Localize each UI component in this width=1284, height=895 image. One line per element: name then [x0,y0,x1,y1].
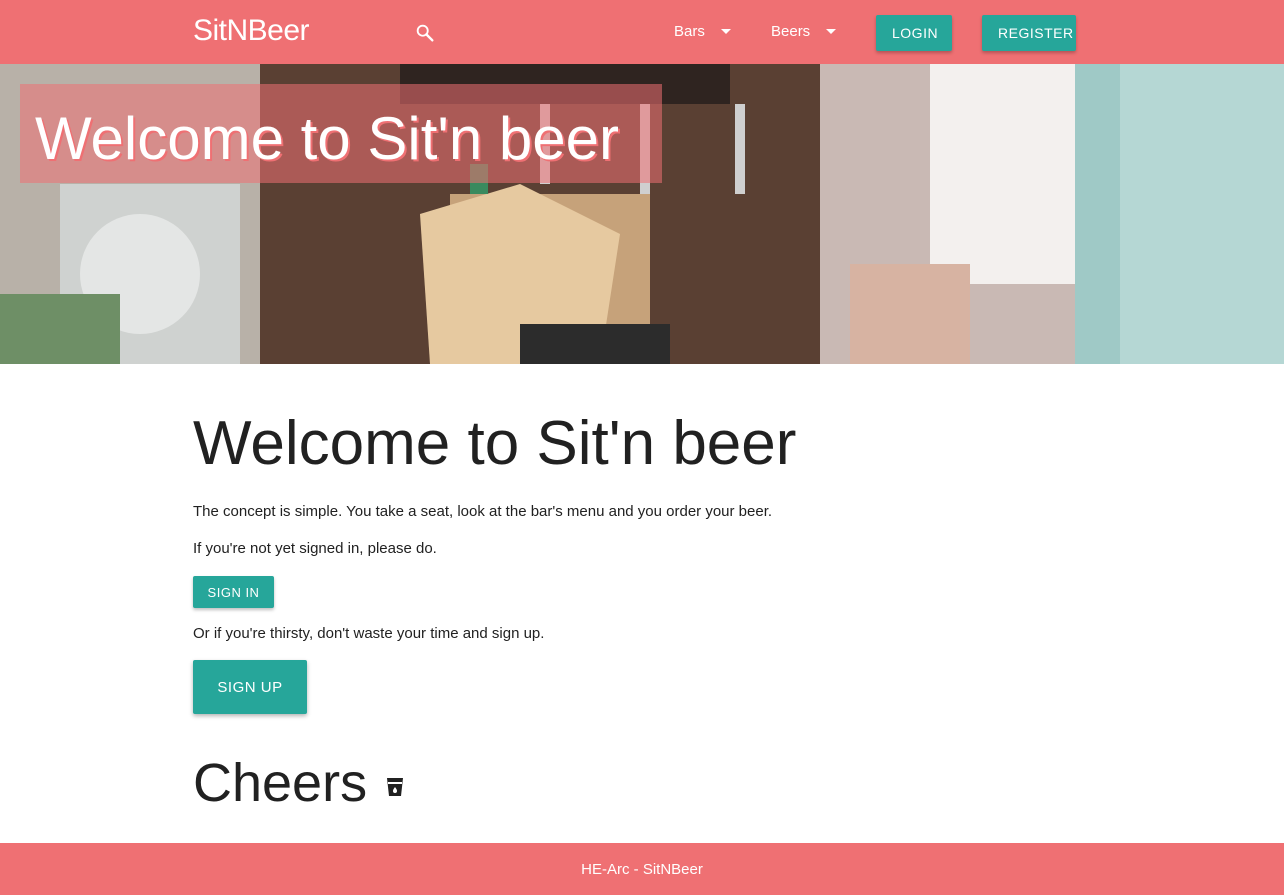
hero-banner: Welcome to Sit'n beer [0,64,1284,364]
chevron-down-icon [720,29,731,34]
signup-prompt: Or if you're thirsty, don't waste your t… [193,625,545,642]
register-button[interactable]: REGISTER [982,15,1076,51]
hero-title: Welcome to Sit'n beer [35,105,619,172]
cheers-heading: Cheers [193,752,407,814]
sign-in-button[interactable]: SIGN IN [193,576,274,608]
search-icon[interactable] [414,22,436,44]
bars-dropdown-label: Bars [674,23,705,40]
page-title: Welcome to Sit'n beer [193,409,797,478]
signin-prompt: If you're not yet signed in, please do. [193,540,437,557]
footer-text: HE-Arc - SitNBeer [581,860,703,878]
navbar: SitNBeer Bars Beers LOGIN REGISTER [0,0,1284,64]
beers-dropdown-label: Beers [771,23,811,40]
bars-dropdown[interactable]: Bars [674,23,731,40]
login-button[interactable]: LOGIN [876,15,952,51]
brand-logo[interactable]: SitNBeer [193,14,310,48]
footer: HE-Arc - SitNBeer [0,843,1284,895]
drink-cup-icon [387,778,404,796]
beers-dropdown[interactable]: Beers [771,23,837,40]
intro-text: The concept is simple. You take a seat, … [193,503,773,520]
sign-up-button[interactable]: SIGN UP [193,660,307,714]
cheers-text: Cheers [193,753,368,813]
chevron-down-icon [826,29,837,34]
